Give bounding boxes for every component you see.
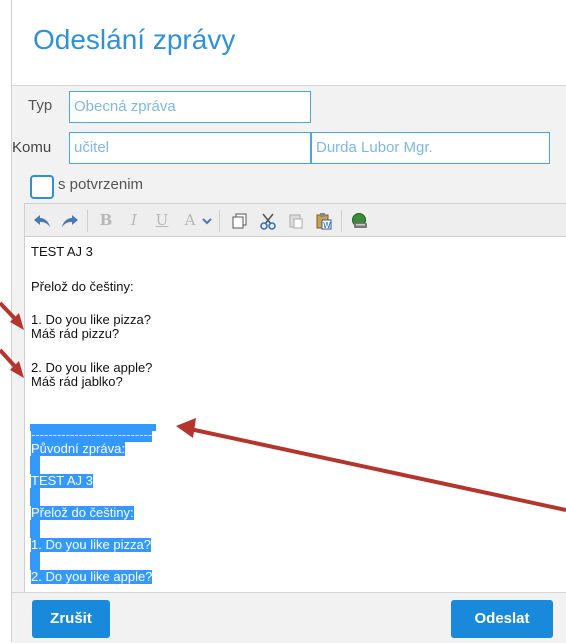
type-field[interactable]: Obecná zpráva — [69, 91, 311, 123]
dialog-header: Odeslání zprávy — [12, 0, 566, 86]
toolbar-separator — [87, 210, 88, 232]
to-label: Komu — [12, 139, 52, 156]
type-label: Typ — [28, 97, 53, 114]
recipient-group-field[interactable]: učitel — [69, 132, 311, 164]
quoted-line: 1. Do you like pizza? — [31, 537, 151, 552]
confirm-label: s potvrzenim — [58, 176, 144, 193]
svg-text:W: W — [323, 221, 331, 230]
message-dialog: Odeslání zprávy Typ Obecná zpráva Komu u… — [11, 0, 566, 643]
selection-block — [30, 520, 40, 538]
quoted-line: TEST AJ 3 — [31, 473, 93, 488]
copy-icon[interactable] — [227, 204, 253, 236]
message-editor[interactable]: TEST AJ 3 Přelož do češtiny: 1. Do you l… — [24, 237, 566, 592]
underline-icon[interactable]: U — [149, 204, 175, 236]
italic-icon[interactable]: I — [121, 204, 147, 236]
toolbar-separator — [219, 210, 220, 232]
confirm-checkbox[interactable] — [30, 175, 54, 199]
editor-toolbar: B I U A W — [24, 203, 566, 237]
insert-link-icon[interactable] — [347, 204, 373, 236]
paste-icon[interactable] — [283, 204, 309, 236]
editor-line: 1. Do you like pizza? — [31, 312, 151, 327]
editor-line: Máš rád pizzu? — [31, 326, 120, 341]
bold-icon[interactable]: B — [93, 204, 119, 236]
send-button[interactable]: Odeslat — [451, 600, 553, 638]
dropdown-icon[interactable] — [199, 204, 215, 236]
dialog-footer: Zrušit Odeslat — [12, 592, 566, 643]
paste-word-icon[interactable]: W — [311, 204, 337, 236]
cut-icon[interactable] — [255, 204, 281, 236]
quoted-separator: ---------------------------- — [31, 427, 153, 442]
quoted-line: 2. Do you like apple? — [31, 569, 153, 584]
redo-icon[interactable] — [57, 204, 83, 236]
quoted-line: Přelož do češtiny: — [31, 505, 134, 520]
selection-block — [30, 552, 40, 570]
editor-line: TEST AJ 3 — [31, 244, 93, 259]
editor-line: Máš rád jablko? — [31, 374, 123, 389]
recipient-person-field[interactable]: Durda Lubor Mgr. — [311, 132, 550, 164]
cancel-button[interactable]: Zrušit — [32, 600, 110, 638]
undo-icon[interactable] — [29, 204, 55, 236]
dialog-title: Odeslání zprávy — [33, 24, 236, 55]
toolbar-separator — [341, 210, 342, 232]
editor-line: Přelož do češtiny: — [31, 279, 134, 294]
selection-block — [30, 488, 40, 506]
quoted-header: Původní zpráva: — [31, 441, 125, 456]
editor-line: 2. Do you like apple? — [31, 360, 153, 375]
selection-block — [30, 456, 40, 474]
